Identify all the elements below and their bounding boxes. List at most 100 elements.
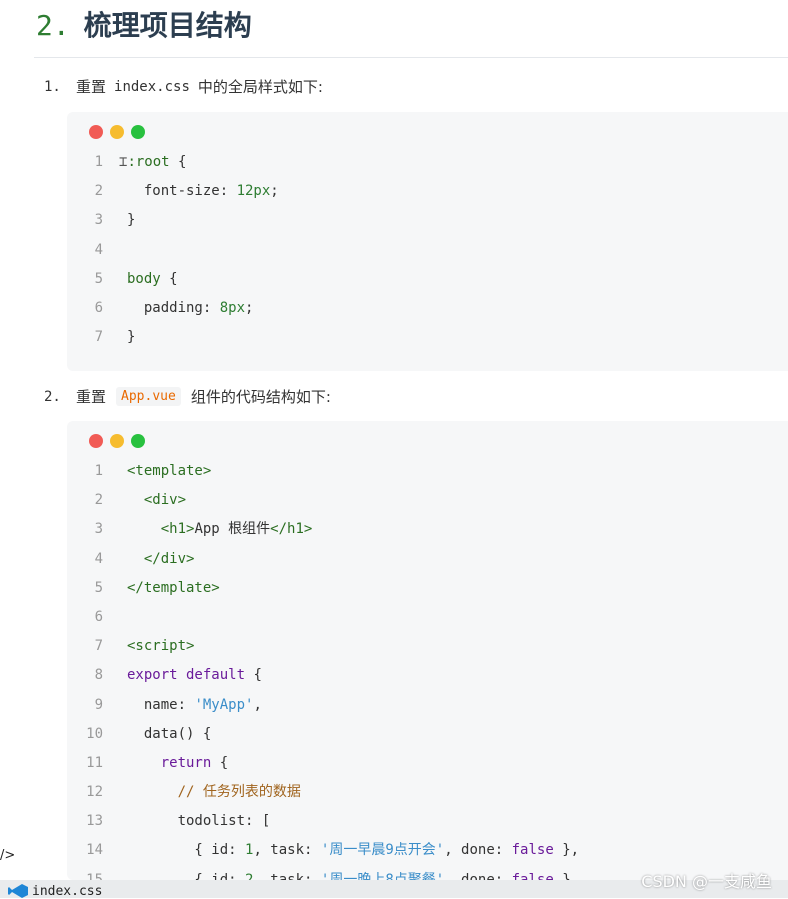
- line-number: 12: [86, 784, 103, 801]
- code-token: data() {: [127, 725, 212, 742]
- code-token: , done:: [444, 871, 512, 880]
- code-token: },: [553, 871, 580, 880]
- code-token: }: [127, 329, 136, 346]
- code-line: 8 export default {: [67, 661, 579, 690]
- text-cursor-icon: ⌶: [119, 154, 128, 170]
- maximize-dot-icon: [131, 125, 145, 139]
- code-token: :: [219, 183, 237, 200]
- code-token: return: [127, 754, 212, 771]
- code-line: 4 </div>: [67, 545, 579, 574]
- watermark: CSDN @一支咸鱼: [641, 872, 772, 891]
- code-token: 12px: [236, 183, 271, 200]
- code-line: 5 </template>: [67, 574, 579, 603]
- code-token: { id:: [127, 871, 246, 880]
- step-1-filename: index.css: [114, 78, 190, 95]
- step-1: 1. 重置 index.css 中的全局样式如下:: [44, 76, 323, 97]
- code-token: false: [511, 842, 554, 859]
- step-2: 2. 重置 App.vue 组件的代码结构如下:: [44, 386, 331, 407]
- code-block-css: 1 ⌶:root {2 font-size: 12px; 3} 4 5 body {6 p…: [67, 112, 788, 371]
- code-line: 7}: [67, 323, 279, 352]
- code-token: {: [160, 270, 178, 287]
- code-token: ;: [270, 183, 279, 200]
- code-line: 3 <h1> App 根组件 </h1>: [67, 515, 579, 544]
- line-number: 8: [94, 667, 103, 684]
- edge-glyph: />: [0, 848, 16, 863]
- code-line: 3}: [67, 206, 279, 235]
- line-number: 2: [94, 492, 103, 509]
- line-number: 15: [86, 871, 103, 880]
- line-number: 3: [94, 521, 103, 538]
- code-line: 15 { id: 2, task: '周一晚上8点聚餐', done: fals…: [67, 866, 579, 880]
- code-token: <template>: [127, 463, 212, 479]
- code-line: 1 ⌶:root {: [67, 148, 279, 177]
- step-1-text-after: 中的全局样式如下:: [197, 78, 323, 96]
- line-number: 14: [86, 842, 103, 859]
- line-number: 1: [94, 154, 103, 170]
- section-heading: 2. 梳理项目结构: [36, 4, 252, 44]
- heading-divider: [34, 57, 788, 58]
- line-number: 2: [94, 183, 103, 200]
- code-token: </h1>: [270, 521, 313, 538]
- taskbar-file-label[interactable]: index.css: [32, 884, 102, 899]
- maximize-dot-icon: [131, 434, 145, 448]
- code-lines-vue: 1 <template> 2 <div> 3 <h1> App 根组件 </h1> 4 </…: [67, 457, 579, 880]
- code-token: {: [169, 154, 187, 170]
- code-token: false: [511, 871, 554, 880]
- code-line: 2 font-size: 12px;: [67, 177, 279, 206]
- code-lines-css: 1 ⌶:root {2 font-size: 12px; 3} 4 5 body {6 p…: [67, 148, 279, 352]
- code-token: {: [211, 754, 229, 771]
- code-token: </div>: [127, 550, 195, 567]
- code-token: name: [127, 696, 178, 713]
- line-number: 10: [86, 725, 103, 742]
- code-token: :root: [127, 154, 170, 170]
- code-token: '周一晚上8点聚餐': [320, 871, 445, 880]
- code-line: 11 return {: [67, 749, 579, 778]
- code-token: },: [553, 842, 580, 859]
- code-line: 10 data() {: [67, 720, 579, 749]
- heading-number: 2.: [36, 9, 70, 42]
- code-line: 14 { id: 1, task: '周一早晨9点开会', done: fals…: [67, 836, 579, 865]
- code-token: :: [202, 299, 220, 316]
- step-1-number: 1.: [44, 78, 61, 95]
- code-line: 7 <script>: [67, 632, 579, 661]
- code-line: 6 padding: 8px;: [67, 294, 279, 323]
- line-number: 4: [94, 241, 103, 258]
- line-number: 13: [86, 813, 103, 830]
- code-token: {: [245, 667, 262, 684]
- line-number: 7: [94, 329, 103, 346]
- code-token: // 任务列表的数据: [127, 784, 301, 801]
- code-line: 6: [67, 603, 579, 632]
- step-2-filename: App.vue: [116, 387, 181, 406]
- line-number: 5: [94, 270, 103, 287]
- line-number: 9: [94, 696, 103, 713]
- code-line: 12 // 任务列表的数据: [67, 778, 579, 807]
- code-line: 5 body {: [67, 265, 279, 294]
- vscode-icon[interactable]: [8, 884, 28, 898]
- code-line: 4: [67, 236, 279, 265]
- code-line: 13 todolist: [: [67, 807, 579, 836]
- line-number: 7: [94, 638, 103, 655]
- code-block-vue: 1 <template> 2 <div> 3 <h1> App 根组件 </h1> 4 </…: [67, 421, 788, 880]
- window-controls: [89, 125, 145, 139]
- close-dot-icon: [89, 125, 103, 139]
- line-number: 11: [86, 754, 103, 771]
- code-token: padding: [127, 299, 203, 316]
- code-token: }: [127, 212, 136, 229]
- code-token: <div>: [127, 492, 187, 509]
- code-token: export default: [127, 667, 246, 684]
- code-token: </template>: [127, 579, 220, 596]
- code-token: : [: [245, 813, 271, 830]
- line-number: 5: [94, 579, 103, 596]
- line-number: 4: [94, 550, 103, 567]
- line-number: 3: [94, 212, 103, 229]
- line-number: 1: [94, 463, 103, 479]
- code-token: 2: [245, 871, 254, 880]
- code-token: <h1>: [127, 521, 195, 538]
- code-token: , done:: [444, 842, 512, 859]
- code-token: todolist: [127, 813, 246, 830]
- code-token: App 根组件: [194, 521, 271, 538]
- code-line: 2 <div>: [67, 486, 579, 515]
- code-token: { id:: [127, 842, 246, 859]
- code-token: '周一早晨9点开会': [320, 842, 445, 859]
- minimize-dot-icon: [110, 434, 124, 448]
